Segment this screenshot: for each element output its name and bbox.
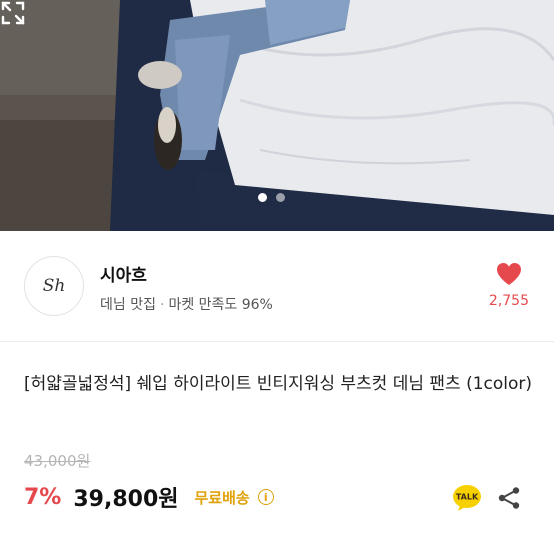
image-pagination bbox=[258, 193, 285, 202]
divider bbox=[0, 341, 554, 342]
share-icon[interactable] bbox=[497, 486, 521, 510]
info-icon[interactable]: i bbox=[257, 489, 274, 505]
kakao-talk-icon[interactable]: TALK bbox=[452, 484, 482, 512]
like-count: 2,755 bbox=[488, 293, 529, 309]
shop-satisfaction: 마켓 만족도 96% bbox=[168, 297, 273, 313]
shop-info[interactable]: Sh 시아흐 데님 맛집 · 마켓 만족도 96% 2,755 bbox=[0, 231, 554, 341]
shop-name[interactable]: 시아흐 bbox=[100, 261, 147, 286]
original-price: 43,000원 bbox=[24, 452, 91, 470]
separator: · bbox=[159, 297, 165, 313]
shop-logo-text: Sh bbox=[42, 276, 66, 296]
free-shipping-badge: 무료배송 bbox=[194, 488, 250, 507]
shop-logo[interactable]: Sh bbox=[24, 256, 84, 316]
talk-label: TALK bbox=[456, 493, 479, 502]
sale-price: 39,800원 bbox=[73, 487, 179, 512]
shop-category: 데님 맛집 bbox=[100, 297, 156, 313]
price-row: 7% 39,800원 무료배송 i bbox=[24, 481, 274, 513]
product-title: [허얇골넓정석] 쉐입 하이라이트 빈티지워싱 부츠컷 데님 팬츠 (1colo… bbox=[24, 374, 533, 394]
shop-subtitle: 데님 맛집 · 마켓 만족도 96% bbox=[100, 294, 273, 314]
pagination-dot-active[interactable] bbox=[258, 193, 267, 202]
discount-rate: 7% bbox=[24, 484, 62, 510]
expand-icon[interactable] bbox=[0, 0, 26, 26]
product-image[interactable] bbox=[0, 0, 554, 231]
heart-icon[interactable] bbox=[495, 261, 523, 287]
pagination-dot[interactable] bbox=[276, 193, 285, 202]
